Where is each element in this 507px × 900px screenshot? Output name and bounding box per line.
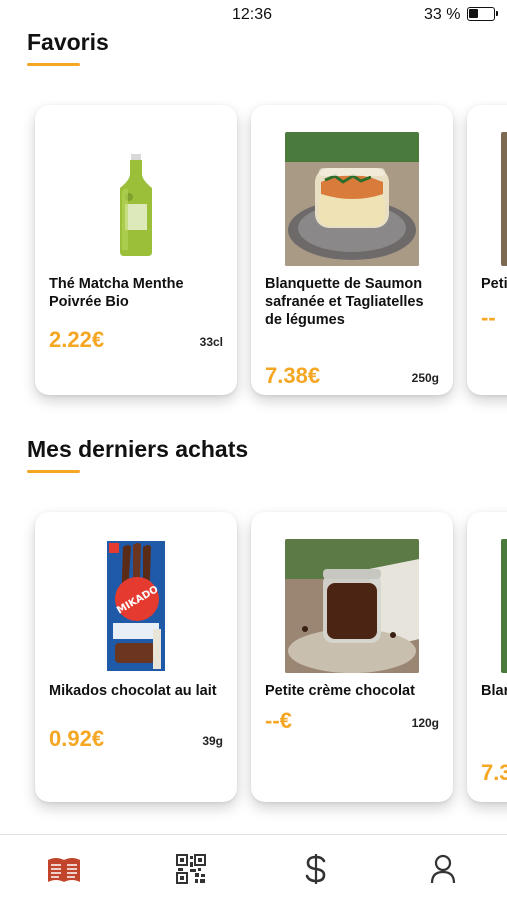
product-image	[285, 539, 419, 673]
tab-catalog[interactable]	[44, 849, 84, 889]
salmon-jar-image	[501, 539, 507, 673]
product-name: Thé Matcha Menthe Poivrée Bio	[49, 276, 184, 310]
qr-code-icon	[176, 854, 206, 884]
product-image	[501, 132, 507, 266]
favorites-title: Favoris	[27, 29, 109, 55]
product-price: --	[481, 305, 496, 330]
product-size: 33cl	[199, 335, 223, 349]
product-card-mikados[interactable]: MIKADO Mikados chocolat au lait 0.92€ 39…	[35, 512, 237, 802]
product-image	[69, 132, 203, 266]
tab-profile[interactable]	[423, 849, 463, 889]
status-time: 12:36	[232, 6, 273, 23]
product-price: --€	[265, 708, 292, 733]
product-image	[285, 132, 419, 266]
product-size: 120g	[411, 716, 439, 730]
product-image: MIKADO	[69, 539, 203, 673]
product-size: 250g	[411, 371, 439, 385]
product-price: 7.3	[481, 760, 507, 785]
status-bar: 12:36 33 %	[0, 0, 507, 28]
product-size: 39g	[202, 734, 223, 748]
mikado-box-image: MIKADO	[69, 539, 203, 673]
chocolate-cream-image	[285, 539, 419, 673]
battery-percentage: 33 %	[424, 6, 461, 23]
product-price: 2.22€	[49, 327, 105, 352]
book-icon	[48, 858, 80, 882]
product-card-creme-chocolat[interactable]: Petite crème chocolat --€ 120g	[251, 512, 453, 802]
product-card-partial[interactable]: Peti --	[467, 105, 507, 395]
user-icon	[430, 854, 456, 884]
product-image	[501, 539, 507, 673]
product-card-partial[interactable]: Blar safr Tag légu 7.3	[467, 512, 507, 802]
favorites-carousel[interactable]: Thé Matcha Menthe Poivrée Bio 2.22€ 33cl…	[0, 95, 507, 415]
dollar-icon	[305, 854, 326, 884]
green-bottle-image	[69, 132, 203, 266]
chocolate-cream-image	[501, 132, 507, 266]
product-price: 0.92€	[49, 726, 105, 751]
recent-carousel[interactable]: MIKADO Mikados chocolat au lait 0.92€ 39…	[0, 502, 507, 822]
product-name: Petite crème chocolat	[265, 683, 415, 699]
product-card-blanquette[interactable]: Blanquette de Saumon safranée et Tagliat…	[251, 105, 453, 395]
product-card-matcha[interactable]: Thé Matcha Menthe Poivrée Bio 2.22€ 33cl	[35, 105, 237, 395]
product-name: Blanquette de Saumon safranée et Tagliat…	[265, 276, 424, 328]
tab-payment[interactable]	[296, 849, 336, 889]
product-name: Blar safr Tag légu	[481, 683, 507, 699]
product-name: Peti	[481, 276, 507, 292]
recent-title: Mes derniers achats	[27, 436, 249, 462]
salmon-jar-image	[285, 132, 419, 266]
tab-scan[interactable]	[171, 849, 211, 889]
product-name: Mikados chocolat au lait	[49, 683, 217, 699]
favorites-underline	[27, 63, 80, 66]
battery-icon	[467, 7, 498, 21]
product-price: 7.38€	[265, 363, 321, 388]
bottom-tab-bar	[0, 834, 507, 900]
recent-underline	[27, 470, 80, 473]
